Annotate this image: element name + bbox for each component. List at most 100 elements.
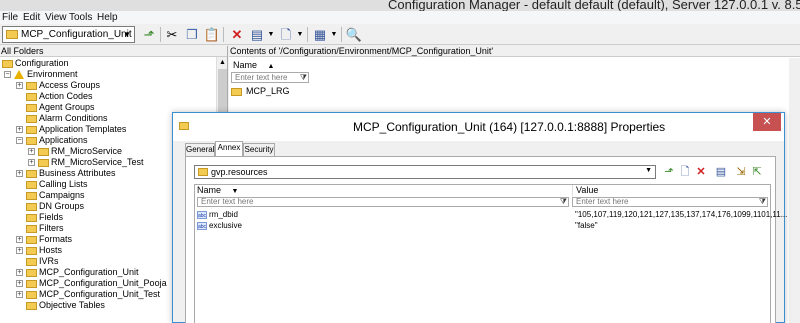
column-header-label: Name xyxy=(233,60,258,70)
tree-item-label: Agent Groups xyxy=(39,102,95,112)
expand-icon[interactable]: + xyxy=(28,148,35,155)
properties-icon[interactable]: ▤ xyxy=(714,165,728,179)
expand-icon[interactable]: + xyxy=(16,291,23,298)
up-folder-icon[interactable]: ⬏ xyxy=(140,26,158,43)
column-header-label: Value xyxy=(576,185,599,195)
scroll-up-icon[interactable]: ▲ xyxy=(217,57,228,68)
paste-icon[interactable]: 📋 xyxy=(203,26,221,43)
table-row[interactable]: abc rm_dbid "105,107,119,120,121,127,135… xyxy=(197,210,787,220)
window-title: Configuration Manager - default default … xyxy=(388,0,800,11)
contents-scrollbar[interactable] xyxy=(789,58,800,323)
tree-item-label: Environment xyxy=(27,69,78,79)
section-combo[interactable]: gvp.resources ▼ xyxy=(194,165,656,179)
tree-item-label: Campaigns xyxy=(39,190,85,200)
window-titlebar: Configuration Manager - default default … xyxy=(0,0,800,11)
toolbar-separator xyxy=(223,27,224,42)
expand-icon[interactable]: + xyxy=(16,236,23,243)
menu-bar: File Edit View Tools Help xyxy=(0,11,800,24)
expand-icon[interactable]: + xyxy=(16,126,23,133)
filter-icon[interactable]: ⧩ xyxy=(560,198,567,206)
expand-icon[interactable]: + xyxy=(28,159,35,166)
tree-item-label: RM_MicroService_Test xyxy=(51,157,144,167)
menu-file[interactable]: File xyxy=(2,12,18,23)
column-header-value[interactable]: Value xyxy=(572,185,762,196)
annex-grid: Name ▼ Value Enter text here ⧩ Enter tex… xyxy=(194,184,787,323)
tree-item-label: Formats xyxy=(39,234,73,244)
tree-item-label: MCP_Configuration_Unit_Pooja xyxy=(39,278,167,288)
expand-icon[interactable]: + xyxy=(16,170,23,177)
find-icon[interactable]: 🔍 xyxy=(345,26,363,43)
tree-item-label: Configuration xyxy=(15,58,69,68)
delete-icon[interactable]: ✕ xyxy=(228,26,246,43)
row-name: exclusive xyxy=(209,221,242,230)
new-icon[interactable]: 🗋 xyxy=(678,165,692,179)
tree-item-label: Alarm Conditions xyxy=(39,113,108,123)
tree-item-label: IVRs xyxy=(39,256,59,266)
dialog-titlebar[interactable]: MCP_Configuration_Unit (164) [127.0.0.1:… xyxy=(173,113,784,141)
folder-icon xyxy=(6,30,18,39)
folder-icon xyxy=(26,236,37,244)
menu-help[interactable]: Help xyxy=(97,12,118,23)
expand-icon[interactable]: + xyxy=(16,269,23,276)
menu-tools[interactable]: Tools xyxy=(69,12,92,23)
column-header-name[interactable]: Name ▲ xyxy=(231,59,311,71)
dialog-title: MCP_Configuration_Unit (164) [127.0.0.1:… xyxy=(353,120,666,134)
collapse-icon[interactable]: − xyxy=(16,137,23,144)
delete-icon[interactable]: ✕ xyxy=(694,165,708,179)
filter-placeholder: Enter text here xyxy=(576,197,629,206)
table-row[interactable]: abc exclusive "false" xyxy=(197,221,770,231)
expand-icon[interactable]: + xyxy=(16,280,23,287)
tree-item-label: Application Templates xyxy=(39,124,127,134)
annex-panel: gvp.resources ▼ ⬏ 🗋 ✕ ▤ ⇲ ⇱ Name ▼ Value… xyxy=(185,156,787,323)
tree-item-label: Action Codes xyxy=(39,91,93,101)
warning-icon xyxy=(14,70,24,79)
properties-dialog: MCP_Configuration_Unit (164) [127.0.0.1:… xyxy=(172,112,787,323)
collapse-icon[interactable]: − xyxy=(4,71,11,78)
name-filter-input[interactable]: Enter text here ⧩ xyxy=(231,72,309,83)
folder-combo-value: MCP_Configuration_Unit xyxy=(21,29,132,40)
tree-item-label: Applications xyxy=(39,135,88,145)
filter-icon[interactable]: ⧩ xyxy=(300,73,307,82)
copy-icon[interactable]: ❐ xyxy=(183,26,201,43)
list-item-label: MCP_LRG xyxy=(246,86,290,96)
folder-icon xyxy=(179,122,189,130)
value-filter-input[interactable]: Enter text here ⧩ xyxy=(572,197,768,207)
folder-icon xyxy=(26,280,37,288)
column-header-label: Name xyxy=(197,185,222,195)
toolbar-separator xyxy=(307,27,308,42)
filter-placeholder: Enter text here xyxy=(201,197,254,206)
expand-icon[interactable]: + xyxy=(16,247,23,254)
name-filter-input[interactable]: Enter text here ⧩ xyxy=(197,197,569,207)
contents-header: Contents of '/Configuration/Environment/… xyxy=(229,46,800,57)
tree-item-label: DN Groups xyxy=(39,201,85,211)
menu-view[interactable]: View xyxy=(45,12,67,23)
folder-icon xyxy=(38,159,49,167)
folder-icon xyxy=(26,104,37,112)
toolbar: MCP_Configuration_Unit ▼ ⬏ ✂ ❐ 📋 ✕ ▤ ▼ 🗋… xyxy=(0,24,800,45)
folder-icon xyxy=(26,269,37,277)
folder-icon xyxy=(26,126,37,134)
tree-item-label: MCP_Configuration_Unit xyxy=(39,267,139,277)
folder-combo[interactable]: MCP_Configuration_Unit ▼ xyxy=(2,26,135,43)
export-icon[interactable]: ⇱ xyxy=(750,165,764,179)
row-value: "105,107,119,120,121,127,135,137,174,176… xyxy=(575,210,788,219)
filter-icon[interactable]: ⧩ xyxy=(759,198,766,206)
string-option-icon: abc xyxy=(197,222,207,230)
expand-icon[interactable]: + xyxy=(16,82,23,89)
column-header-name[interactable]: Name ▼ xyxy=(197,185,567,196)
tab-security[interactable]: Security xyxy=(243,143,275,156)
folder-tree-header: All Folders xyxy=(0,46,227,57)
folder-icon xyxy=(26,192,37,200)
tab-general[interactable]: General xyxy=(185,143,215,156)
chevron-down-icon[interactable]: ▼ xyxy=(123,30,131,39)
import-icon[interactable]: ⇲ xyxy=(734,165,748,179)
tree-item-label: Filters xyxy=(39,223,64,233)
chevron-down-icon[interactable]: ▼ xyxy=(645,167,652,174)
menu-edit[interactable]: Edit xyxy=(23,12,40,23)
cut-icon[interactable]: ✂ xyxy=(163,26,181,43)
tree-item-label: Business Attributes xyxy=(39,168,116,178)
up-icon[interactable]: ⬏ xyxy=(662,165,676,179)
toolbar-separator xyxy=(341,27,342,42)
tab-annex[interactable]: Annex xyxy=(215,141,243,156)
close-button[interactable]: ✕ xyxy=(753,113,781,131)
